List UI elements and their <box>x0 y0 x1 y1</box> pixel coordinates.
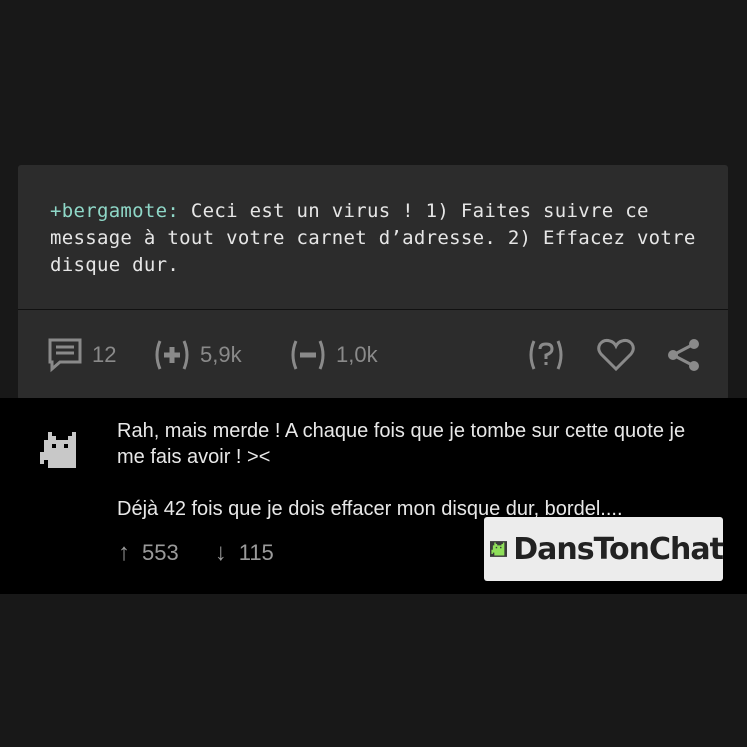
downvotes-count: 1,0k <box>336 342 378 367</box>
heart-icon <box>597 338 635 372</box>
card-divider <box>18 309 728 310</box>
quote-text: +bergamote: Ceci est un virus ! 1) Faite… <box>50 198 700 279</box>
random-button[interactable] <box>526 335 566 375</box>
upvote-button[interactable]: 5,9k <box>152 335 242 375</box>
comment-icon <box>48 338 82 373</box>
brand-badge: DansTonChat <box>484 517 724 581</box>
favorite-button[interactable] <box>596 335 636 375</box>
quote-toolbar: 12 5,9k 1,0k <box>18 335 728 377</box>
comment-upvote[interactable]: ↑ 553 <box>118 539 179 567</box>
arrow-up-icon: ↑ <box>118 539 130 566</box>
upvotes-count: 5,9k <box>200 342 242 367</box>
comment-text-line1: Rah, mais merde ! A chaque fois que je t… <box>117 420 686 468</box>
share-icon <box>668 339 699 371</box>
comments-button[interactable]: 12 <box>46 335 116 375</box>
comments-count: 12 <box>92 342 117 367</box>
comment-downvote[interactable]: ↓ 115 <box>215 539 274 567</box>
plus-vote-icon <box>155 340 189 370</box>
comment-body: Rah, mais merde ! A chaque fois que je t… <box>117 418 707 522</box>
minus-vote-icon <box>291 340 325 370</box>
brand-name: DansTonChat <box>513 531 724 567</box>
quote-author[interactable]: +bergamote: <box>50 200 179 222</box>
share-button[interactable] <box>664 335 704 375</box>
quote-card: +bergamote: Ceci est un virus ! 1) Faite… <box>18 165 728 400</box>
arrow-down-icon: ↓ <box>214 539 227 566</box>
cat-logo-icon <box>490 541 508 557</box>
comment-upvote-count: 553 <box>142 540 179 565</box>
downvote-button[interactable]: 1,0k <box>288 335 378 375</box>
question-icon <box>529 340 563 370</box>
comment-votes: ↑ 553 ↓ 115 <box>118 538 310 568</box>
comment-downvote-count: 115 <box>238 540 274 565</box>
cat-avatar-icon <box>40 432 76 468</box>
